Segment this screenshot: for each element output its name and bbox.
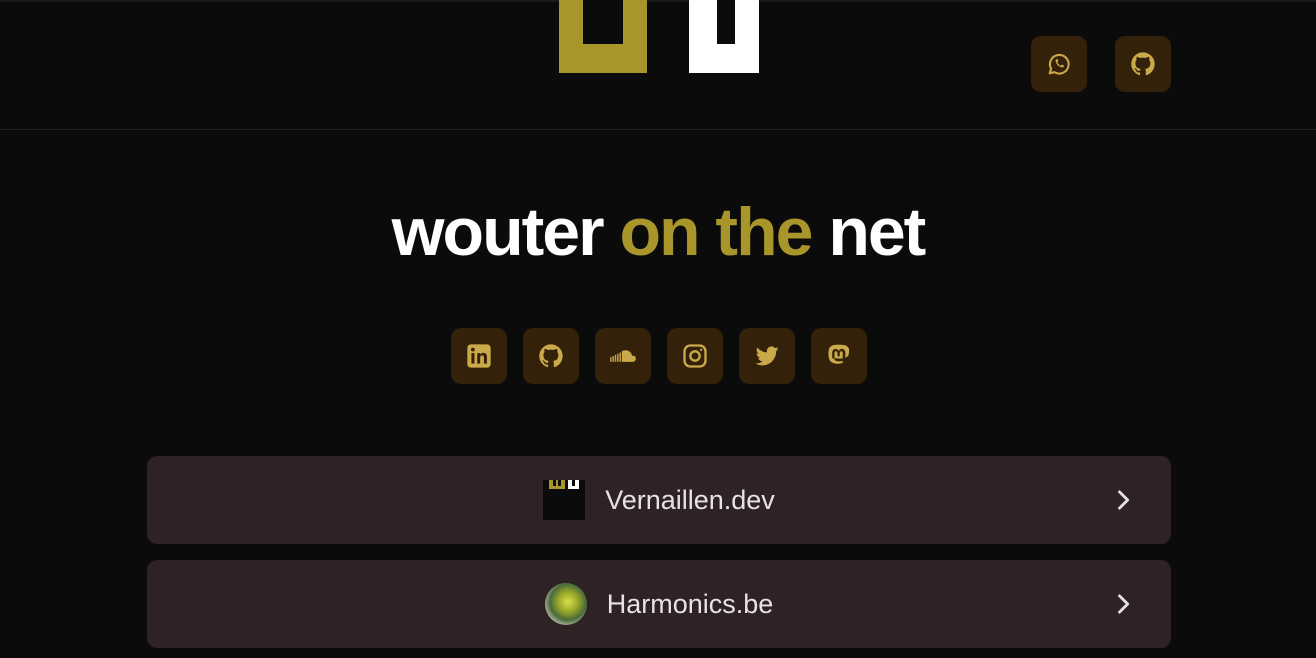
- soundcloud-button[interactable]: [595, 328, 651, 384]
- link-card-content: Harmonics.be: [544, 583, 774, 625]
- whatsapp-icon: [1048, 53, 1070, 75]
- page-title: wouter on the net: [0, 193, 1316, 271]
- title-part2: net: [811, 194, 926, 270]
- harmonics-orb-thumb: [544, 583, 587, 625]
- mastodon-button[interactable]: [811, 328, 867, 384]
- site-logo[interactable]: [559, 0, 759, 73]
- linkedin-icon: [467, 344, 491, 368]
- title-part1: wouter: [391, 194, 620, 270]
- whatsapp-button[interactable]: [1031, 36, 1087, 92]
- github-icon: [1131, 52, 1155, 76]
- social-links: [451, 328, 867, 384]
- site-header: [0, 0, 1316, 130]
- link-card-content: Vernaillen.dev: [543, 480, 775, 520]
- vernaillen-logo-thumb: [543, 480, 586, 520]
- twitter-icon: [755, 346, 779, 366]
- github-button[interactable]: [1115, 36, 1171, 92]
- mastodon-icon: [828, 344, 850, 364]
- chevron-right-icon: [1118, 490, 1130, 510]
- github-social-button[interactable]: [523, 328, 579, 384]
- github-icon: [539, 344, 563, 368]
- instagram-button[interactable]: [667, 328, 723, 384]
- chevron-right-icon: [1118, 594, 1130, 614]
- twitter-button[interactable]: [739, 328, 795, 384]
- soundcloud-icon: [610, 350, 636, 362]
- title-accent: on the: [619, 194, 813, 270]
- linkedin-button[interactable]: [451, 328, 507, 384]
- link-card-vernaillen[interactable]: Vernaillen.dev: [147, 456, 1171, 544]
- header-icon-group: [1031, 36, 1171, 92]
- instagram-icon: [683, 344, 707, 368]
- link-label: Harmonics.be: [606, 588, 774, 619]
- link-card-harmonics[interactable]: Harmonics.be: [147, 560, 1171, 648]
- vernaillen-logo-icon: [549, 480, 580, 489]
- link-label: Vernaillen.dev: [605, 484, 775, 515]
